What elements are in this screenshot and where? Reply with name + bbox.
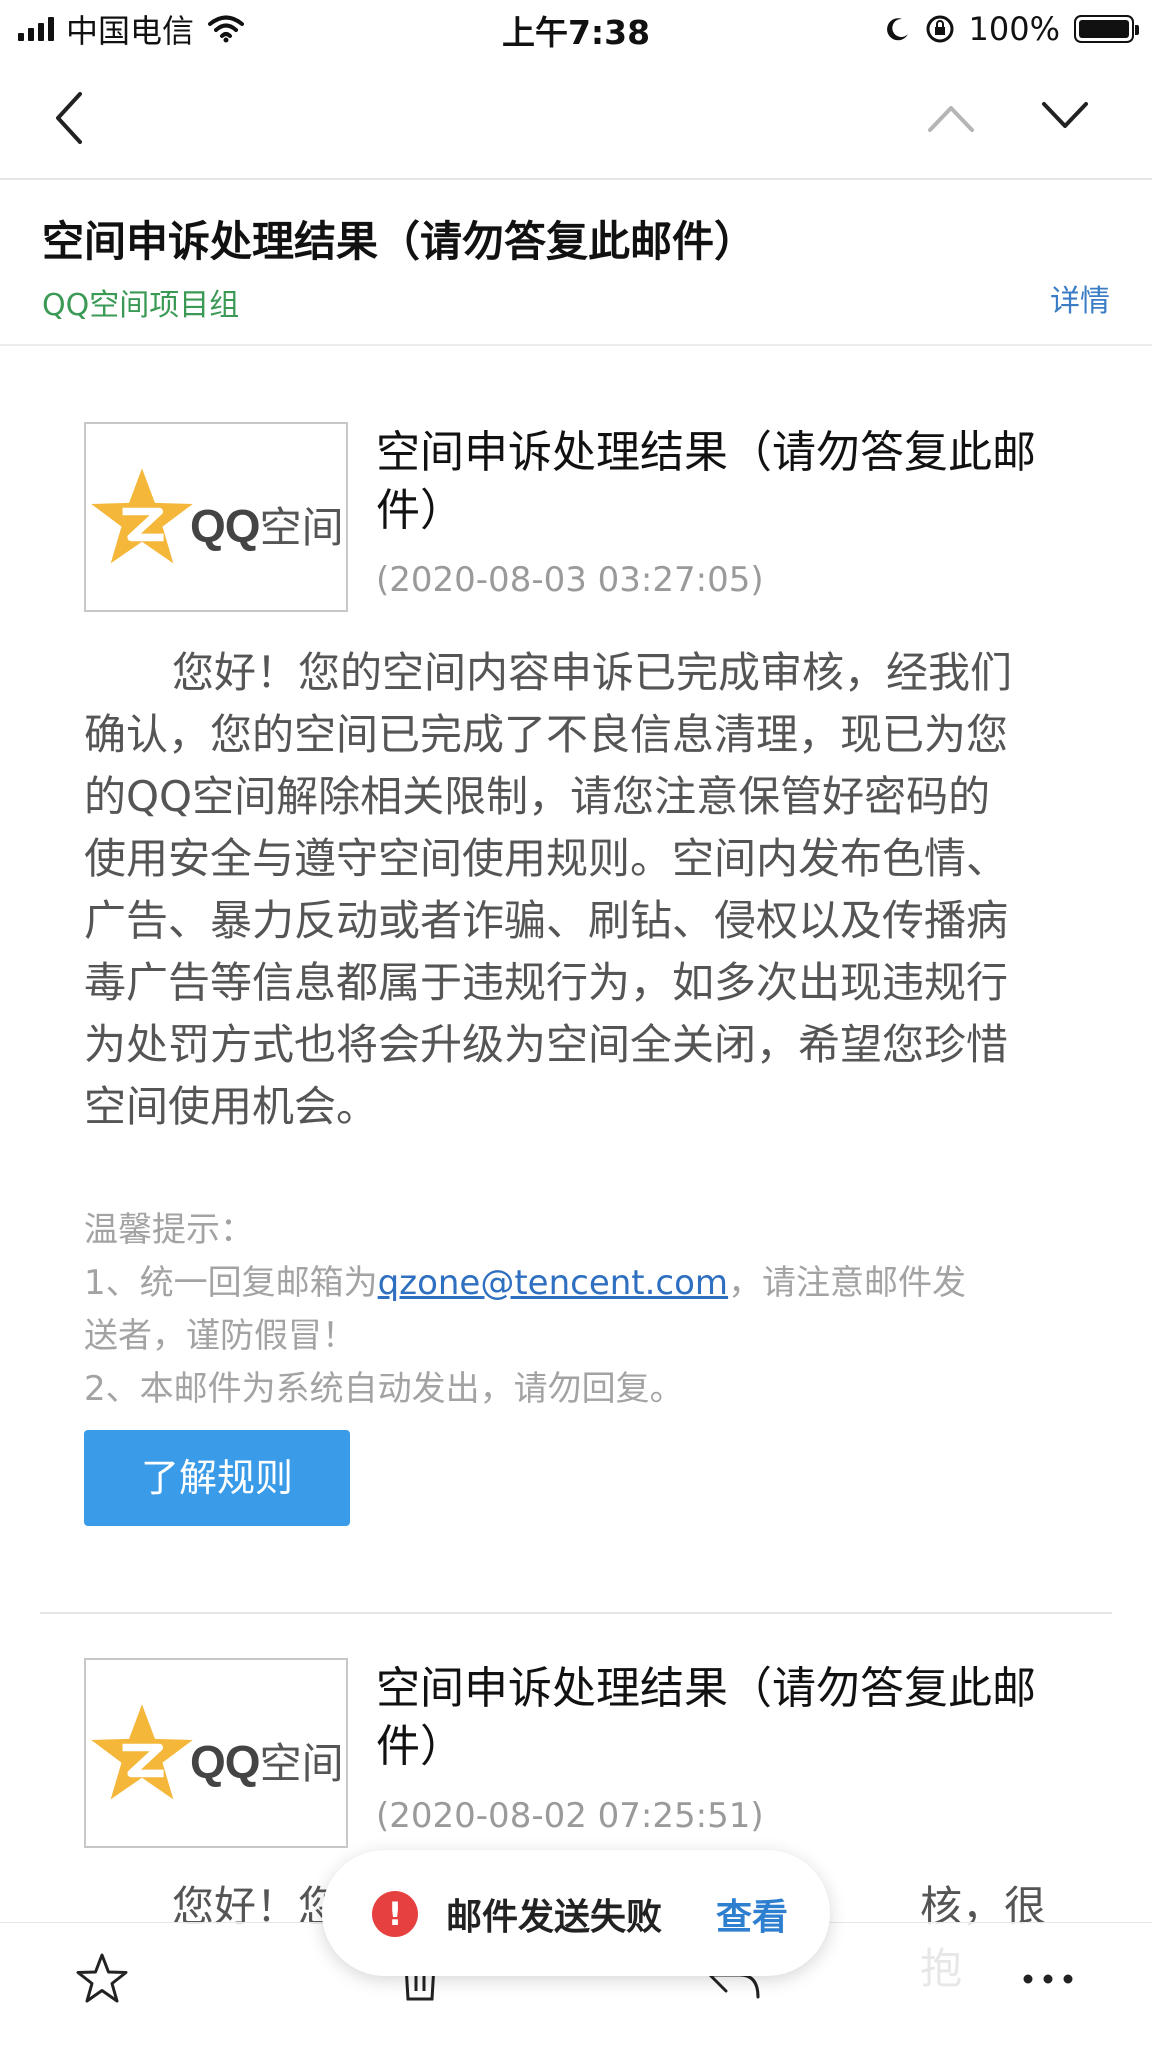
star-logo-icon xyxy=(91,468,193,564)
tips-section: 温馨提示： 1、统一回复邮箱为qzone@tencent.com，请注意邮件发 … xyxy=(84,1204,1074,1416)
qzone-logo: QQ空间 xyxy=(84,422,348,612)
chevron-up-icon[interactable] xyxy=(926,98,976,138)
battery-icon xyxy=(1074,15,1139,43)
details-link[interactable]: 详情 xyxy=(1050,276,1110,320)
nav-bar xyxy=(0,58,1152,180)
message-body: 您好！您的空间内容申诉已完成审核，经我们 确认，您的空间已完成了不良信息清理，现… xyxy=(84,642,1074,1138)
toast-view-link[interactable]: 查看 xyxy=(716,1888,788,1940)
logo-text: QQ空间 xyxy=(190,500,344,552)
body-line: 确认，您的空间已完成了不良信息清理，现已为您 xyxy=(84,710,1009,759)
status-bar: 中国电信 上午7:38 100% xyxy=(0,0,1152,58)
sender-name[interactable]: QQ空间项目组 xyxy=(42,280,239,324)
message-subject: 空间申诉处理结果（请勿答复此邮 件） xyxy=(376,427,1036,536)
chevron-down-icon[interactable] xyxy=(1040,94,1090,134)
star-logo-icon xyxy=(91,1704,193,1800)
body-line: 广告、暴力反动或者诈骗、刷钻、侵权以及传播病 xyxy=(84,896,1009,945)
qzone-logo: QQ空间 xyxy=(84,1658,348,1848)
tips-title: 温馨提示： xyxy=(84,1210,254,1250)
email-link[interactable]: qzone@tencent.com xyxy=(378,1263,728,1303)
send-failed-toast: ! 邮件发送失败 查看 xyxy=(322,1850,830,1976)
mail-title: 空间申诉处理结果（请勿答复此邮件） xyxy=(42,217,757,266)
more-icon[interactable] xyxy=(1018,1951,1078,2007)
moon-icon xyxy=(886,18,908,41)
tip-1-cont: 送者，谨防假冒！ xyxy=(84,1316,356,1356)
body-line: 空间使用机会。 xyxy=(84,1082,379,1131)
body-line: 使用安全与遵守空间使用规则。空间内发布色情、 xyxy=(84,834,1009,883)
toast-message: 邮件发送失败 xyxy=(446,1897,663,1938)
body-line: 的QQ空间解除相关限制，请您注意保管好密码的 xyxy=(84,772,991,821)
chevron-left-icon[interactable] xyxy=(50,88,90,148)
message-divider xyxy=(40,1612,1112,1614)
learn-rules-button[interactable]: 了解规则 xyxy=(84,1430,350,1526)
body-line: 您好！您的空间内容申诉已完成审核，经我们 xyxy=(172,648,1013,697)
tip-1: 1、统一回复邮箱为qzone@tencent.com，请注意邮件发 xyxy=(84,1263,967,1303)
alert-icon: ! xyxy=(372,1891,418,1937)
battery-percent: 100% xyxy=(968,10,1060,48)
message-subject: 空间申诉处理结果（请勿答复此邮 件） xyxy=(376,1663,1036,1772)
body-line: 毒广告等信息都属于违规行为，如多次出现违规行 xyxy=(84,958,1009,1007)
body-line: 为处罚方式也将会升级为空间全关闭，希望您珍惜 xyxy=(84,1020,1009,1069)
logo-text: QQ空间 xyxy=(190,1736,344,1788)
message-date: (2020-08-03 03:27:05) xyxy=(376,560,764,600)
star-icon[interactable] xyxy=(74,1951,130,2007)
message-date: (2020-08-02 07:25:51) xyxy=(376,1796,764,1836)
rotation-lock-icon xyxy=(926,15,954,43)
tip-2: 2、本邮件为系统自动发出，请勿回复。 xyxy=(84,1369,684,1409)
mail-header: 空间申诉处理结果（请勿答复此邮件） QQ空间项目组 详情 xyxy=(0,180,1152,346)
